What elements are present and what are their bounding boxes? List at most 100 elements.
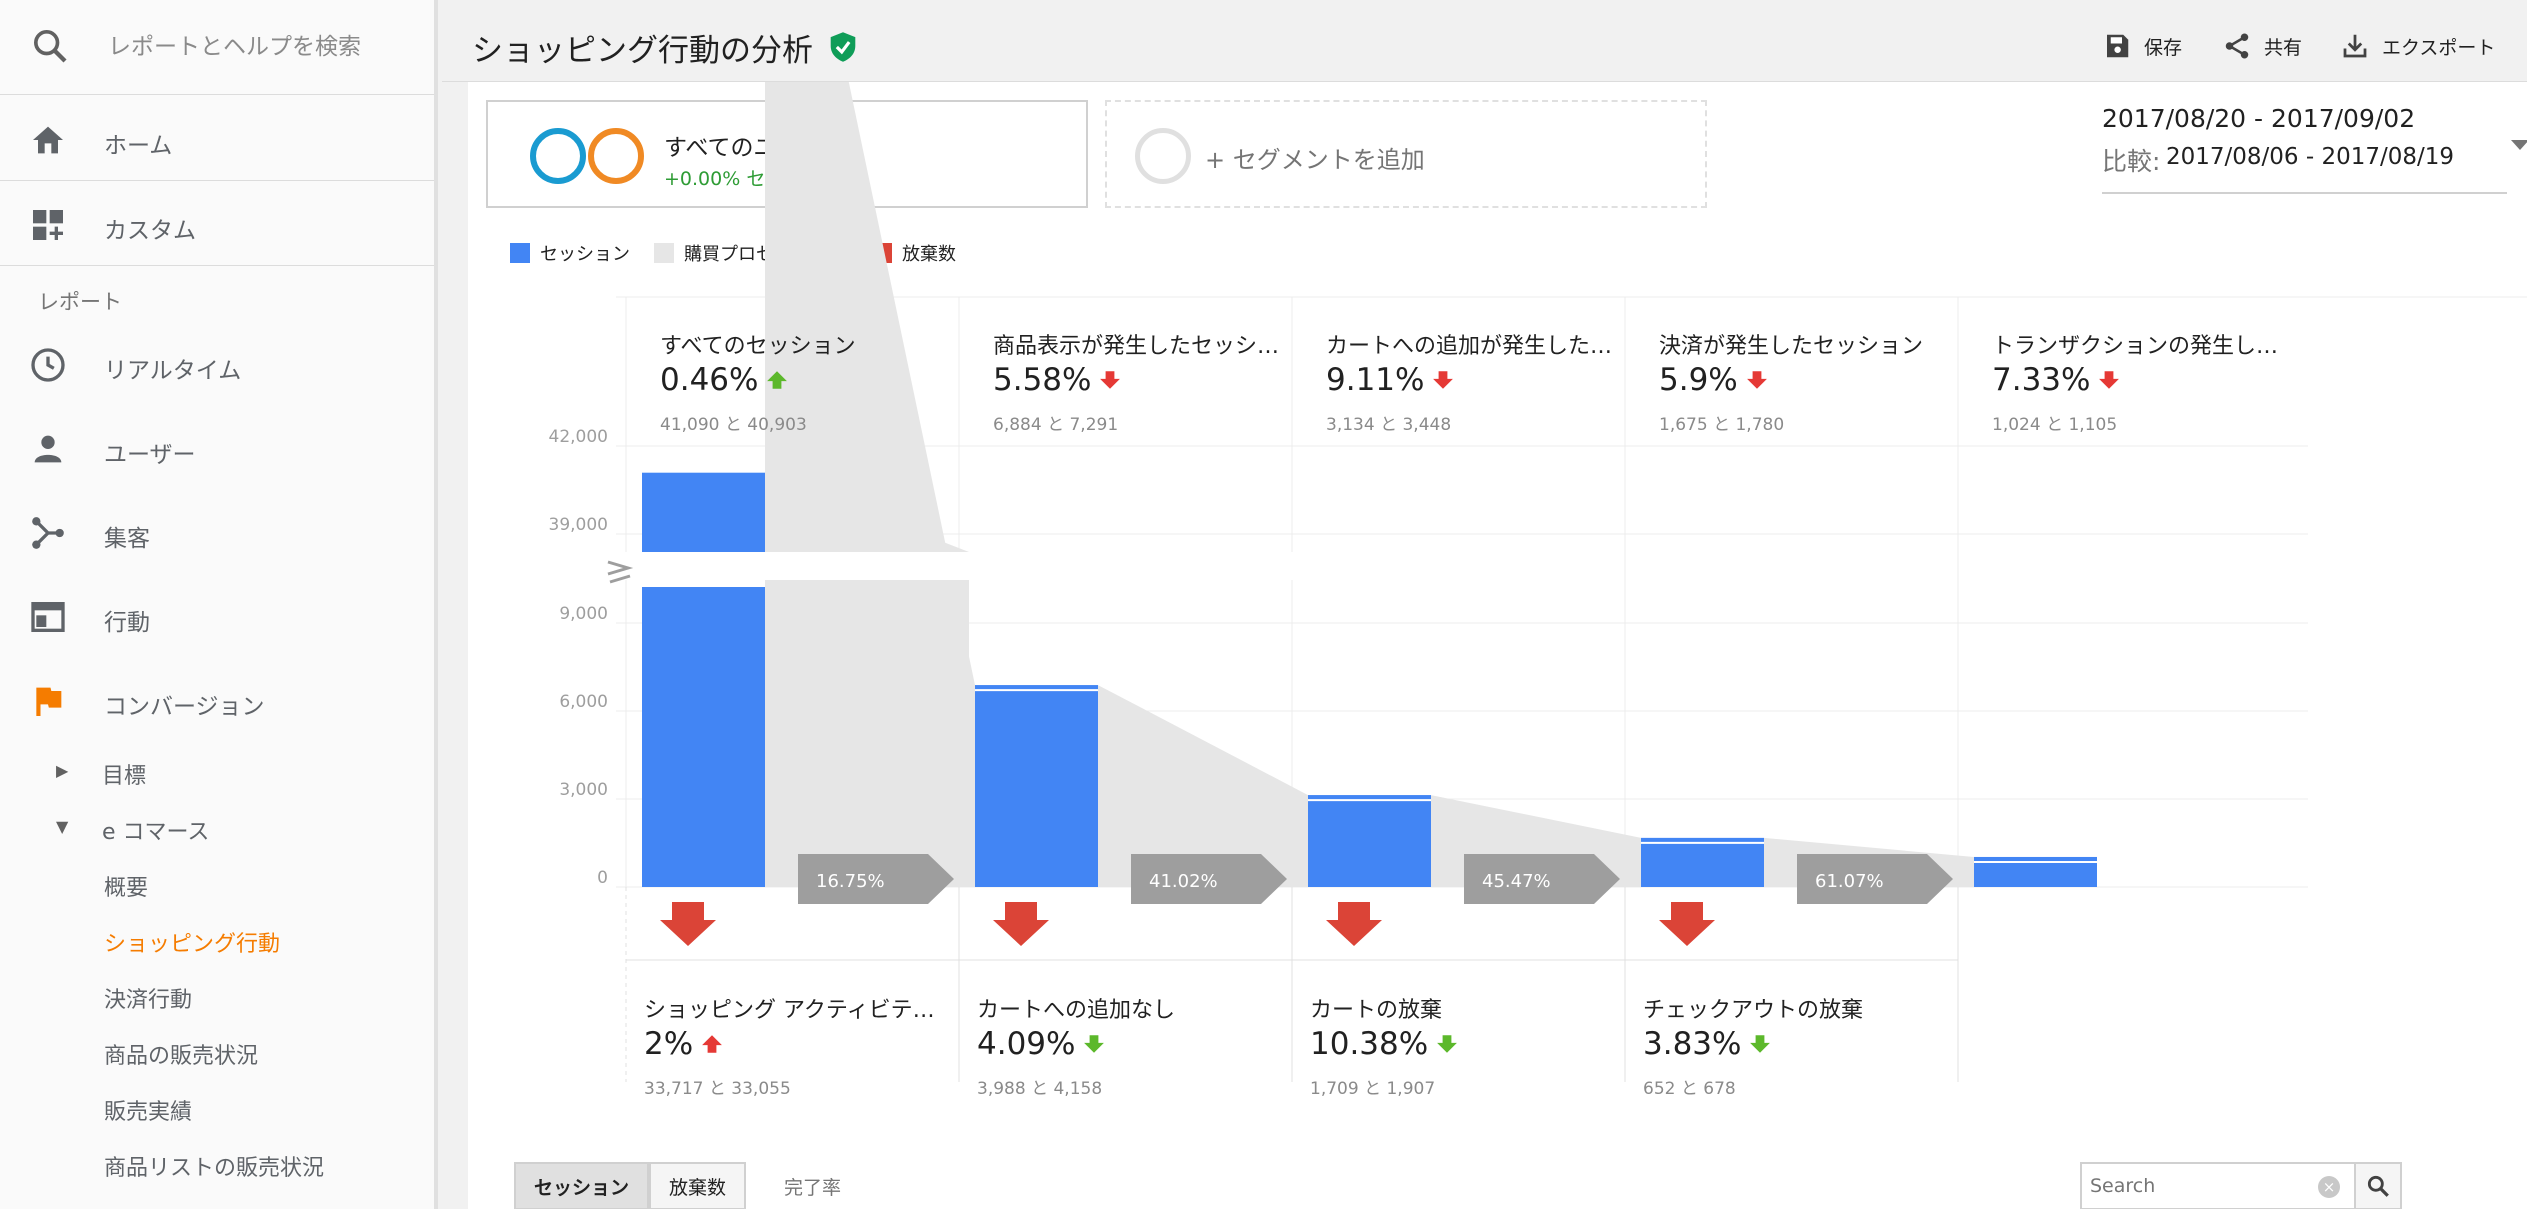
abandon-metric: カートの放棄 10.38% 1,709 と 1,907: [1310, 992, 1610, 1112]
metric-tabs: セッション 放棄数 完了率: [514, 1162, 859, 1209]
stage-metric: 商品表示が発生したセッシ… 5.58% 6,884 と 7,291: [993, 328, 1293, 448]
sidebar-item-label: リアルタイム: [104, 358, 242, 384]
metric-percent: 7.33%: [1992, 362, 2091, 398]
metric-compare: 1,675 と 1,780: [1659, 415, 1785, 435]
sidebar-item-custom[interactable]: カスタム: [0, 195, 434, 255]
section-reports: レポート: [38, 290, 122, 314]
abandon-arrow: [993, 902, 1049, 946]
search-icon: [2367, 1175, 2389, 1197]
bar-sessions: [1308, 795, 1431, 887]
sidebar: レポートとヘルプを検索 ホーム カスタム レポート リアルタイム ユーザー 集客…: [0, 0, 438, 1209]
metric-percent: 10.38%: [1310, 1026, 1429, 1062]
sidebar-item-product-list-performance[interactable]: 商品リストの販売状況: [104, 1150, 324, 1182]
search-input[interactable]: [2090, 1172, 2310, 1200]
trend-down-icon: [1433, 371, 1454, 389]
axis-tick-label: 39,000: [549, 515, 608, 535]
report-content: すべてのユーザー +0.00% セッション + セグメントを追加 2017/08…: [468, 82, 2527, 1209]
save-icon: [2107, 34, 2129, 58]
export-label: エクスポート: [2382, 36, 2496, 59]
bar-sessions: [642, 587, 765, 887]
save-button[interactable]: 保存: [2102, 28, 2182, 64]
metric-compare: 1,024 と 1,105: [1992, 415, 2118, 435]
sidebar-item-behavior[interactable]: 行動: [0, 587, 434, 647]
share-label: 共有: [2264, 36, 2303, 59]
sidebar-item-label: カスタム: [104, 218, 196, 244]
tab-completion-rate[interactable]: 完了率: [746, 1162, 859, 1209]
sidebar-item-checkout-behavior[interactable]: 決済行動: [104, 982, 192, 1014]
divider: [0, 180, 434, 181]
sidebar-search[interactable]: レポートとヘルプを検索: [0, 0, 434, 95]
metric-name: 決済が発生したセッション: [1659, 334, 1924, 359]
sidebar-item-ecommerce[interactable]: ▼ e コマース: [0, 802, 434, 852]
funnel-chart: 0 3,000 6,000 9,000 39,000 42,000 16.75% 41.02%…: [549, 82, 2527, 1082]
tab-sessions[interactable]: セッション: [514, 1162, 650, 1209]
metric-name: ショッピング アクティビテ…: [644, 998, 935, 1023]
export-button[interactable]: エクスポート: [2340, 28, 2495, 64]
sidebar-item-sales-performance[interactable]: 販売実績: [104, 1094, 192, 1126]
abandon-arrow: [660, 902, 716, 946]
tab-abandonment[interactable]: 放棄数: [649, 1162, 747, 1209]
axis-tick-label: 42,000: [549, 427, 608, 447]
sidebar-item-shopping-behavior[interactable]: ショッピング行動: [104, 926, 280, 958]
metric-percent: 2%: [644, 1026, 694, 1062]
clear-icon[interactable]: ×: [2318, 1176, 2340, 1198]
sidebar-item-label: ホーム: [104, 133, 173, 159]
abandon-metric: カートへの追加なし 4.09% 3,988 と 4,158: [977, 992, 1277, 1112]
abandon-metric: ショッピング アクティビテ… 2% 33,717 と 33,055: [644, 992, 944, 1112]
acquisition-icon: [32, 517, 64, 549]
sidebar-item-realtime[interactable]: リアルタイム: [0, 335, 434, 395]
sidebar-item-conversions[interactable]: コンバージョン: [0, 671, 434, 731]
metric-compare: 3,134 と 3,448: [1326, 415, 1452, 435]
metric-name: 商品表示が発生したセッシ…: [993, 334, 1280, 359]
metric-name: トランザクションの発生し…: [1992, 334, 2279, 359]
save-label: 保存: [2144, 36, 2183, 59]
table-search: ×: [2080, 1162, 2362, 1209]
trend-down-icon: [1437, 1035, 1458, 1053]
conversion-rate-label: 61.07%: [1815, 871, 1884, 892]
trend-down-icon: [1084, 1035, 1105, 1053]
metric-percent: 3.83%: [1643, 1026, 1742, 1062]
abandon-arrow: [1326, 902, 1382, 946]
sidebar-item-product-performance[interactable]: 商品の販売状況: [104, 1038, 258, 1070]
trend-down-icon: [1100, 371, 1121, 389]
conversion-rate-label: 16.75%: [816, 871, 885, 892]
sidebar-item-label: 集客: [104, 526, 150, 552]
metric-compare: 652 と 678: [1643, 1079, 1736, 1099]
conversion-rate-label: 41.02%: [1149, 871, 1218, 892]
bar-sessions: [975, 685, 1098, 887]
sidebar-item-home[interactable]: ホーム: [0, 110, 434, 170]
abandon-arrow: [1659, 902, 1715, 946]
sidebar-item-label: 行動: [104, 610, 150, 636]
metric-name: チェックアウトの放棄: [1643, 998, 1864, 1023]
bar-sessions: [642, 472, 765, 552]
caret-right-icon: ▶: [56, 761, 69, 780]
sidebar-item-goals[interactable]: ▶ 目標: [0, 746, 434, 796]
axis-tick-label: 6,000: [559, 692, 608, 712]
sidebar-item-label: ユーザー: [104, 442, 196, 468]
sidebar-item-label: 目標: [102, 764, 147, 789]
axis-tick-label: 3,000: [559, 780, 608, 800]
bar-sessions: [1641, 837, 1764, 887]
search-button[interactable]: [2354, 1162, 2402, 1209]
metric-name: カートへの追加なし: [977, 998, 1176, 1023]
metric-percent: 0.46%: [660, 362, 759, 398]
conversion-rate-label: 45.47%: [1482, 871, 1551, 892]
metric-percent: 5.9%: [1659, 362, 1738, 398]
sidebar-item-overview[interactable]: 概要: [104, 870, 148, 902]
sidebar-item-label: e コマース: [102, 820, 210, 845]
stage-metric: カートへの追加が発生した… 9.11% 3,134 と 3,448: [1326, 328, 1626, 448]
metric-percent: 9.11%: [1326, 362, 1425, 398]
trend-down-icon: [2099, 371, 2120, 389]
verified-shield-icon: [830, 32, 856, 62]
dashboard-add-icon: [33, 210, 63, 240]
search-placeholder[interactable]: レポートとヘルプを検索: [108, 27, 361, 61]
axis-break-band: [616, 552, 1446, 580]
axis-tick-label: 0: [597, 868, 608, 888]
abandon-metric: チェックアウトの放棄 3.83% 652 と 678: [1643, 992, 1943, 1112]
person-icon: [34, 435, 62, 463]
trend-down-icon: [1746, 371, 1767, 389]
download-icon: [2343, 34, 2367, 58]
sidebar-item-audience[interactable]: ユーザー: [0, 419, 434, 479]
sidebar-item-acquisition[interactable]: 集客: [0, 503, 434, 563]
share-button[interactable]: 共有: [2222, 28, 2302, 64]
